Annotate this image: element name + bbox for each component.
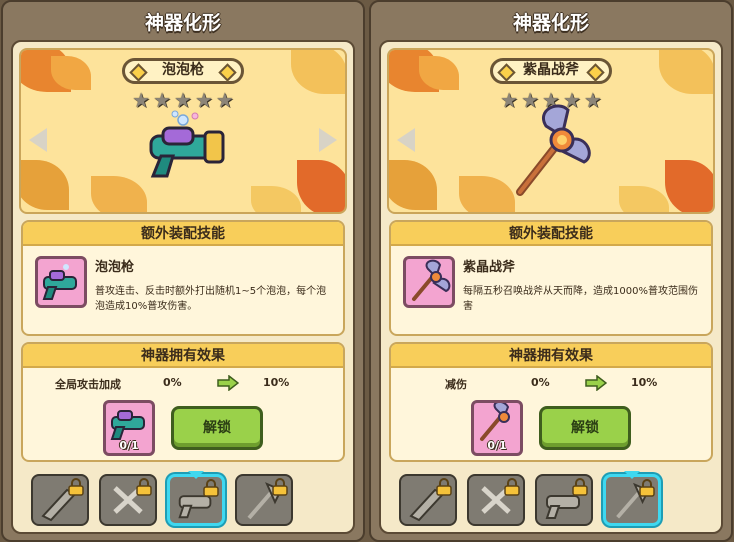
leaf-decoration xyxy=(619,186,669,212)
leaf-decoration xyxy=(665,160,713,212)
lock-icon xyxy=(436,478,452,496)
skill-name: 紫晶战斧 xyxy=(463,260,516,275)
arrow-right-icon xyxy=(585,375,607,391)
lock-icon xyxy=(203,479,219,497)
lock-icon xyxy=(504,478,520,496)
skill-description: 普攻连击、反击时额外打出随机1~5个泡泡，每个泡泡造成10%普攻伤害。 xyxy=(95,286,327,312)
weapon-slot-3[interactable] xyxy=(535,474,593,526)
artifact-shard-icon: 0/1 xyxy=(103,400,155,456)
weapon-slot-bar xyxy=(387,470,719,530)
skill-name: 泡泡枪 xyxy=(95,260,135,275)
leaf-decoration xyxy=(659,50,713,94)
selected-marker-icon xyxy=(188,471,204,479)
weapon-showcase: 紫晶战斧 ★ ★ ★ ★ ★ xyxy=(387,48,715,214)
leaf-decoration xyxy=(389,160,437,210)
prev-arrow-button[interactable] xyxy=(397,128,415,152)
weapon-slot-2[interactable] xyxy=(467,474,525,526)
leaf-decoration xyxy=(21,160,69,210)
section-header: 额外装配技能 xyxy=(391,222,711,246)
weapon-slot-bar xyxy=(19,470,351,530)
ownership-effect-section: 神器拥有效果 全局攻击加成 0% 10% 0/1 解锁 xyxy=(21,342,345,462)
effect-next-value: 10% xyxy=(631,376,658,389)
bubble-gun-icon xyxy=(149,110,225,178)
leaf-decoration xyxy=(297,160,345,212)
weapon-name-plate: 紫晶战斧 xyxy=(490,58,612,84)
section-header: 额外装配技能 xyxy=(23,222,343,246)
arrow-right-icon xyxy=(217,375,239,391)
lock-icon xyxy=(68,478,84,496)
weapon-showcase: 泡泡枪 ★ ★ ★ ★ ★ xyxy=(19,48,347,214)
skill-icon-amethyst-axe xyxy=(403,256,455,308)
prev-arrow-button[interactable] xyxy=(29,128,47,152)
skill-description: 每隔五秒召唤战斧从天而降，造成1000%普攻范围伤害 xyxy=(463,286,698,312)
weapon-slot-2[interactable] xyxy=(99,474,157,526)
weapon-slot-4[interactable] xyxy=(235,474,293,526)
shard-count: 0/1 xyxy=(487,439,507,452)
effect-row: 全局攻击加成 0% 10% xyxy=(23,374,343,394)
artifact-panel-right: 神器化形 紫晶战斧 ★ ★ ★ ★ ★ 额外装配技能 紫晶战斧 每隔五秒召唤战斧… xyxy=(369,0,733,542)
effect-current-value: 0% xyxy=(163,376,182,389)
amethyst-axe-icon xyxy=(516,104,591,196)
bubble-gun-icon xyxy=(110,410,145,440)
amethyst-axe-icon xyxy=(412,259,451,301)
star-rating: ★ ★ ★ ★ ★ xyxy=(132,90,234,110)
next-arrow-button[interactable] xyxy=(319,128,337,152)
weapon-slot-1[interactable] xyxy=(399,474,457,526)
weapon-slot-1[interactable] xyxy=(31,474,89,526)
effect-next-value: 10% xyxy=(263,376,290,389)
effect-current-value: 0% xyxy=(531,376,550,389)
panel-inner: 泡泡枪 ★ ★ ★ ★ ★ 额外装配技能 泡泡枪 普攻连击、反击时额外打出随机1… xyxy=(11,40,355,534)
amethyst-axe-icon xyxy=(480,401,510,441)
leaf-decoration xyxy=(291,50,345,94)
star-icon: ★ xyxy=(153,88,172,112)
skill-icon-bubble-gun xyxy=(35,256,87,308)
lock-icon xyxy=(136,478,152,496)
star-icon: ★ xyxy=(215,88,234,112)
unlock-button[interactable]: 解锁 xyxy=(539,406,631,450)
selected-marker-icon xyxy=(624,471,640,479)
panel-inner: 紫晶战斧 ★ ★ ★ ★ ★ 额外装配技能 紫晶战斧 每隔五秒召唤战斧从天而降，… xyxy=(379,40,723,534)
ownership-effect-section: 神器拥有效果 减伤 0% 10% 0/1 解锁 xyxy=(389,342,713,462)
star-icon: ★ xyxy=(194,88,213,112)
weapon-slot-3[interactable] xyxy=(167,471,225,526)
leaf-decoration xyxy=(251,186,301,212)
extra-skill-section: 额外装配技能 紫晶战斧 每隔五秒召唤战斧从天而降，造成1000%普攻范围伤害 xyxy=(389,220,713,336)
extra-skill-section: 额外装配技能 泡泡枪 普攻连击、反击时额外打出随机1~5个泡泡，每个泡泡造成10… xyxy=(21,220,345,336)
lock-icon xyxy=(639,479,655,497)
lock-icon xyxy=(572,478,588,496)
artifact-panel-left: 神器化形 泡泡枪 ★ ★ ★ ★ ★ 额外装配技能 泡泡枪 普攻连击、反击时额外… xyxy=(1,0,365,542)
star-icon: ★ xyxy=(174,88,192,112)
star-icon: ★ xyxy=(132,88,151,112)
panel-title: 神器化形 xyxy=(512,12,589,34)
section-header: 神器拥有效果 xyxy=(23,344,343,368)
bubble-gun-icon xyxy=(42,264,77,300)
unlock-button[interactable]: 解锁 xyxy=(171,406,263,450)
effect-label: 全局攻击加成 xyxy=(55,378,121,391)
weapon-slot-4[interactable] xyxy=(603,471,661,526)
panel-title: 神器化形 xyxy=(144,12,221,34)
shard-count: 0/1 xyxy=(119,439,139,452)
effect-label: 减伤 xyxy=(445,378,467,391)
artifact-shard-icon: 0/1 xyxy=(471,400,523,456)
effect-row: 减伤 0% 10% xyxy=(391,374,711,394)
section-header: 神器拥有效果 xyxy=(391,344,711,368)
weapon-name-plate: 泡泡枪 xyxy=(122,58,244,84)
lock-icon xyxy=(272,478,288,496)
